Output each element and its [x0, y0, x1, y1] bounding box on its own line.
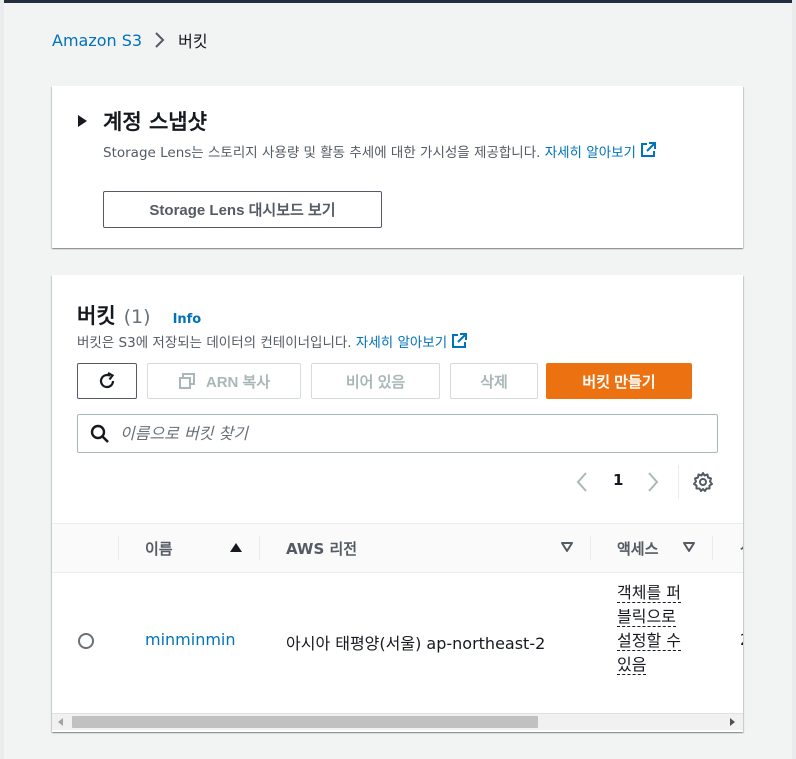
buckets-panel: 버킷 (1) Info 버킷은 S3에 저장되는 데이터의 컨테이너입니다. 자…	[52, 275, 743, 732]
storage-lens-learn-more-link[interactable]: 자세히 알아보기	[544, 142, 656, 164]
bucket-created-date: 2	[740, 630, 743, 649]
gear-icon[interactable]	[692, 471, 714, 493]
bucket-access: 객체를 퍼블릭으로 설정할 수 있음	[617, 581, 691, 677]
delete-bucket-button[interactable]: 삭제	[450, 363, 538, 399]
column-header-access[interactable]: 액세스	[617, 524, 727, 572]
breadcrumb-current: 버킷	[178, 32, 208, 51]
buckets-title-row: 버킷 (1) Info	[77, 300, 201, 330]
scrollbar-thumb[interactable]	[72, 716, 538, 728]
bucket-access-text: 객체를 퍼블릭으로 설정할 수 있음	[617, 583, 681, 675]
refresh-button[interactable]	[77, 363, 137, 399]
column-header-region[interactable]: AWS 리전	[286, 524, 578, 572]
search-icon	[90, 424, 109, 443]
refresh-icon	[99, 372, 115, 389]
row-select-radio[interactable]	[78, 633, 94, 649]
storage-lens-title: 계정 스냅샷	[103, 110, 207, 134]
column-header-access-label: 액세스	[617, 539, 659, 558]
column-divider	[118, 536, 119, 560]
bucket-search-input[interactable]	[120, 424, 680, 443]
copy-icon	[178, 373, 195, 389]
horizontal-scrollbar[interactable]	[52, 713, 743, 730]
buckets-learn-more-link[interactable]: 자세히 알아보기	[355, 333, 468, 353]
current-page-number[interactable]: 1	[613, 471, 623, 489]
scroll-left-icon[interactable]	[58, 718, 63, 726]
column-divider	[712, 536, 713, 560]
right-edge	[792, 0, 796, 759]
buckets-description-text: 버킷은 S3에 저장되는 데이터의 컨테이너입니다.	[77, 335, 352, 351]
scroll-right-icon[interactable]	[730, 718, 735, 726]
storage-lens-dashboard-button[interactable]: Storage Lens 대시보드 보기	[103, 191, 382, 228]
storage-lens-panel: 계정 스냅샷 Storage Lens는 스토리지 사용량 및 활동 추세에 대…	[52, 86, 743, 248]
sort-asc-icon	[229, 539, 243, 557]
breadcrumb-amazon-s3[interactable]: Amazon S3	[52, 31, 142, 50]
bucket-name-link[interactable]: minminmin	[145, 630, 236, 649]
storage-lens-description-text: Storage Lens는 스토리지 사용량 및 활동 추세에 대한 가시성을 …	[103, 145, 541, 161]
chevron-right-icon[interactable]	[646, 471, 660, 493]
storage-lens-header[interactable]: 계정 스냅샷	[78, 106, 207, 136]
buckets-learn-more-label: 자세히 알아보기	[355, 335, 448, 351]
top-border	[0, 0, 796, 3]
buckets-info-link[interactable]: Info	[173, 312, 202, 327]
external-link-icon	[451, 333, 468, 353]
empty-bucket-button[interactable]: 비어 있음	[311, 363, 440, 399]
table-row[interactable]: minminmin 아시아 태평양(서울) ap-northeast-2 객체를…	[52, 573, 743, 713]
chevron-right-icon	[154, 31, 166, 49]
bucket-table-header: 이름 AWS 리전 액세스 생	[52, 523, 743, 573]
left-edge	[0, 0, 4, 759]
caret-right-icon[interactable]	[78, 115, 87, 127]
column-divider	[590, 536, 591, 560]
bucket-region: 아시아 태평양(서울) ap-northeast-2	[286, 634, 546, 653]
buckets-description: 버킷은 S3에 저장되는 데이터의 컨테이너입니다. 자세히 알아보기	[77, 331, 468, 353]
bucket-search-field[interactable]	[77, 414, 718, 453]
column-header-region-label: AWS 리전	[286, 539, 358, 558]
copy-arn-button[interactable]: ARN 복사	[147, 363, 301, 399]
column-header-created[interactable]: 생	[740, 524, 743, 572]
sort-desc-icon	[682, 539, 696, 557]
copy-arn-label: ARN 복사	[205, 373, 271, 391]
column-header-name[interactable]: 이름	[145, 524, 260, 572]
breadcrumb: Amazon S3 버킷	[52, 28, 208, 52]
column-header-name-label: 이름	[145, 539, 173, 558]
storage-lens-description: Storage Lens는 스토리지 사용량 및 활동 추세에 대한 가시성을 …	[103, 142, 713, 164]
buckets-title: 버킷	[77, 304, 116, 328]
external-link-icon	[640, 142, 656, 164]
sort-desc-icon	[560, 539, 574, 557]
buckets-count: (1)	[123, 306, 151, 328]
pagination-divider	[678, 465, 679, 499]
column-divider	[259, 536, 260, 560]
create-bucket-button[interactable]: 버킷 만들기	[546, 363, 692, 399]
chevron-left-icon[interactable]	[575, 471, 589, 493]
storage-lens-learn-more-label: 자세히 알아보기	[544, 145, 636, 161]
